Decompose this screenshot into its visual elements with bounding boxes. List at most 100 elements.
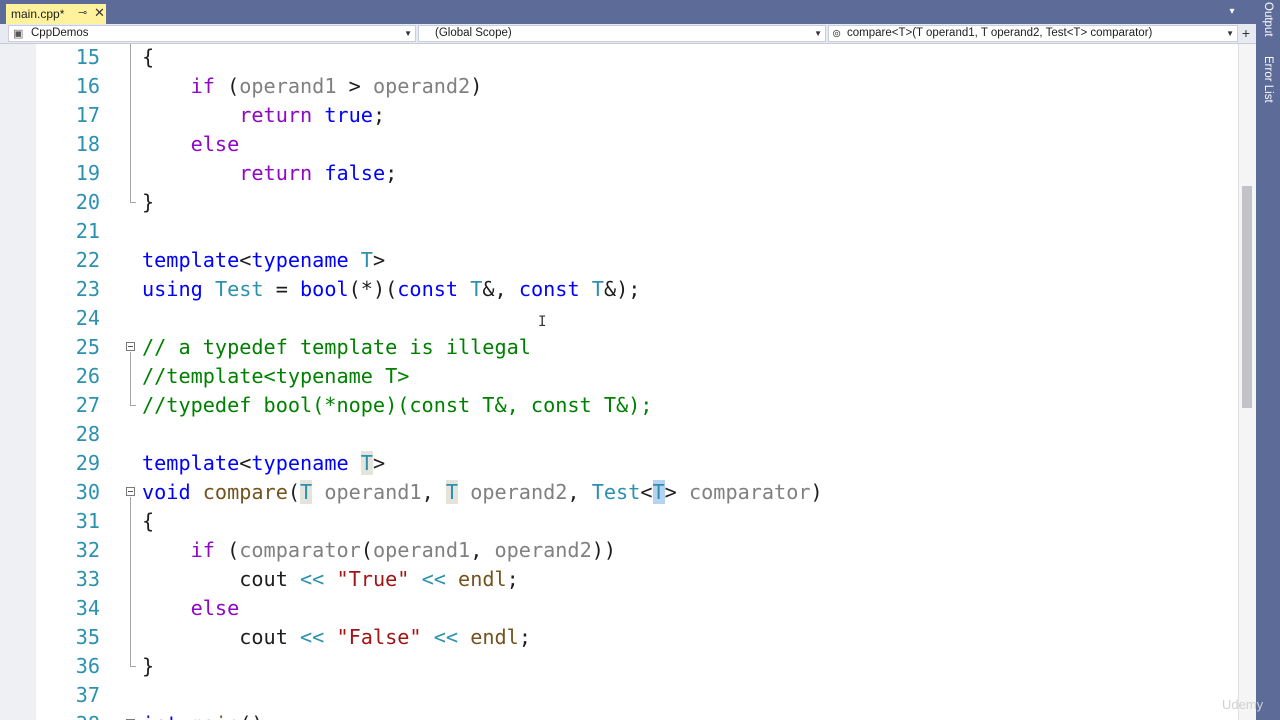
code-token: T: [360, 248, 373, 272]
code-line[interactable]: 15 {: [0, 44, 1238, 72]
vertical-scrollbar[interactable]: [1238, 44, 1256, 720]
code-token: ;: [372, 103, 386, 127]
code-line[interactable]: 19 return false;: [0, 159, 1238, 188]
code-token: (: [214, 538, 240, 562]
line-number: 18: [75, 132, 100, 156]
code-token: }: [142, 190, 155, 214]
code-line[interactable]: 21: [0, 217, 1238, 246]
code-text: }: [142, 188, 154, 217]
code-line[interactable]: 30 void compare(T operand1, T operand2, T…: [0, 478, 1238, 507]
line-number: 31: [75, 509, 100, 533]
code-line[interactable]: 23 using Test = bool(*)(const T&, const T…: [0, 275, 1238, 304]
code-token: template: [142, 451, 240, 475]
code-line[interactable]: 36}: [0, 652, 1238, 681]
output-tab[interactable]: Output: [1256, 2, 1280, 48]
code-line[interactable]: 31 {: [0, 507, 1238, 536]
code-token: if: [190, 74, 215, 98]
outline-guide-end: [130, 666, 136, 667]
line-number: 37: [75, 683, 100, 707]
line-number: 25: [75, 335, 100, 359]
pin-icon[interactable]: ⊸: [78, 6, 87, 19]
code-line[interactable]: 25 // a typedef template is illegal: [0, 333, 1238, 362]
code-editor[interactable]: I 15{16 if (operand1 > operand2) 17 retur…: [0, 44, 1238, 720]
code-token: T: [360, 451, 373, 475]
code-line[interactable]: 18 else: [0, 130, 1238, 159]
scrollbar-thumb[interactable]: [1242, 186, 1252, 408]
code-line[interactable]: 37: [0, 681, 1238, 710]
code-line[interactable]: 20}: [0, 188, 1238, 217]
code-line[interactable]: 38 int main(): [0, 710, 1238, 720]
code-text: template<typename T>: [142, 246, 385, 275]
line-number: 17: [75, 103, 100, 127]
code-token: (: [287, 480, 301, 504]
code-token: {: [142, 509, 155, 533]
code-token: comparator: [239, 538, 361, 562]
line-number: 34: [75, 596, 100, 620]
split-window-button[interactable]: +: [1238, 25, 1254, 42]
line-number: 16: [75, 74, 100, 98]
error-list-tab[interactable]: Error List: [1256, 56, 1280, 106]
code-text: {: [142, 507, 154, 536]
code-token: <: [239, 248, 252, 272]
code-token: typename: [251, 248, 349, 272]
code-token: operand1: [324, 480, 422, 504]
line-number: 27: [75, 393, 100, 417]
member-dropdown[interactable]: ⊚ compare<T>(T operand1, T operand2, Tes…: [828, 25, 1238, 42]
collapse-toggle-icon[interactable]: [126, 342, 135, 351]
code-token: const: [518, 277, 580, 301]
code-line[interactable]: 17 return true;: [0, 101, 1238, 130]
code-line[interactable]: 35 cout << "False" << endl;: [0, 623, 1238, 652]
code-line[interactable]: 33 cout << "True" << endl;: [0, 565, 1238, 594]
close-icon[interactable]: ✕: [94, 5, 105, 21]
code-text: //template<typename T>: [142, 362, 409, 391]
code-token: <<: [300, 625, 325, 649]
code-line[interactable]: 27 //typedef bool(*nope)(const T&, const …: [0, 391, 1238, 420]
code-line[interactable]: 29 template<typename T>: [0, 449, 1238, 478]
code-token: "True": [336, 567, 410, 591]
code-token: (): [239, 712, 263, 720]
code-token: main: [191, 712, 240, 720]
code-line[interactable]: 16 if (operand1 > operand2): [0, 72, 1238, 101]
error-list-tab-label: Error List: [1262, 56, 1274, 103]
code-token: "False": [336, 625, 422, 649]
code-token: // a typedef template is illegal: [142, 335, 531, 359]
code-token: ): [810, 480, 823, 504]
code-token: operand2: [494, 538, 592, 562]
code-line[interactable]: 26 //template<typename T>: [0, 362, 1238, 391]
chevron-down-icon: ▼: [1226, 29, 1234, 38]
code-line[interactable]: 24: [0, 304, 1238, 333]
tab-main-cpp[interactable]: main.cpp* ⊸ ✕: [6, 4, 106, 24]
project-label: CppDemos: [31, 27, 89, 39]
chevron-down-icon: ▼: [404, 29, 412, 38]
code-token: (: [214, 74, 240, 98]
code-token: >: [372, 451, 386, 475]
tab-overflow-dropdown-icon[interactable]: ▾: [1226, 6, 1238, 18]
code-line[interactable]: 28: [0, 420, 1238, 449]
navigation-bar: ▣ CppDemos ▼ (Global Scope) ▼ ⊚ compare<…: [0, 24, 1256, 44]
project-icon: ▣: [13, 28, 24, 40]
document-tab-strip: main.cpp* ⊸ ✕ ▾: [0, 0, 1256, 24]
code-line[interactable]: 32 if (comparator(operand1, operand2)): [0, 536, 1238, 565]
code-token: const: [397, 277, 459, 301]
code-line[interactable]: 22 template<typename T>: [0, 246, 1238, 275]
project-dropdown[interactable]: ▣ CppDemos ▼: [8, 25, 416, 42]
scope-dropdown[interactable]: (Global Scope) ▼: [418, 25, 826, 42]
code-line[interactable]: 34 else: [0, 594, 1238, 623]
code-token: <<: [433, 625, 459, 649]
code-token: using: [142, 277, 203, 301]
collapse-toggle-icon[interactable]: [126, 487, 135, 496]
code-token: operand2: [470, 480, 568, 504]
line-number: 28: [75, 422, 100, 446]
code-token: operand2: [372, 74, 471, 98]
code-token: typename: [251, 451, 349, 475]
outline-guide-end: [130, 202, 136, 203]
